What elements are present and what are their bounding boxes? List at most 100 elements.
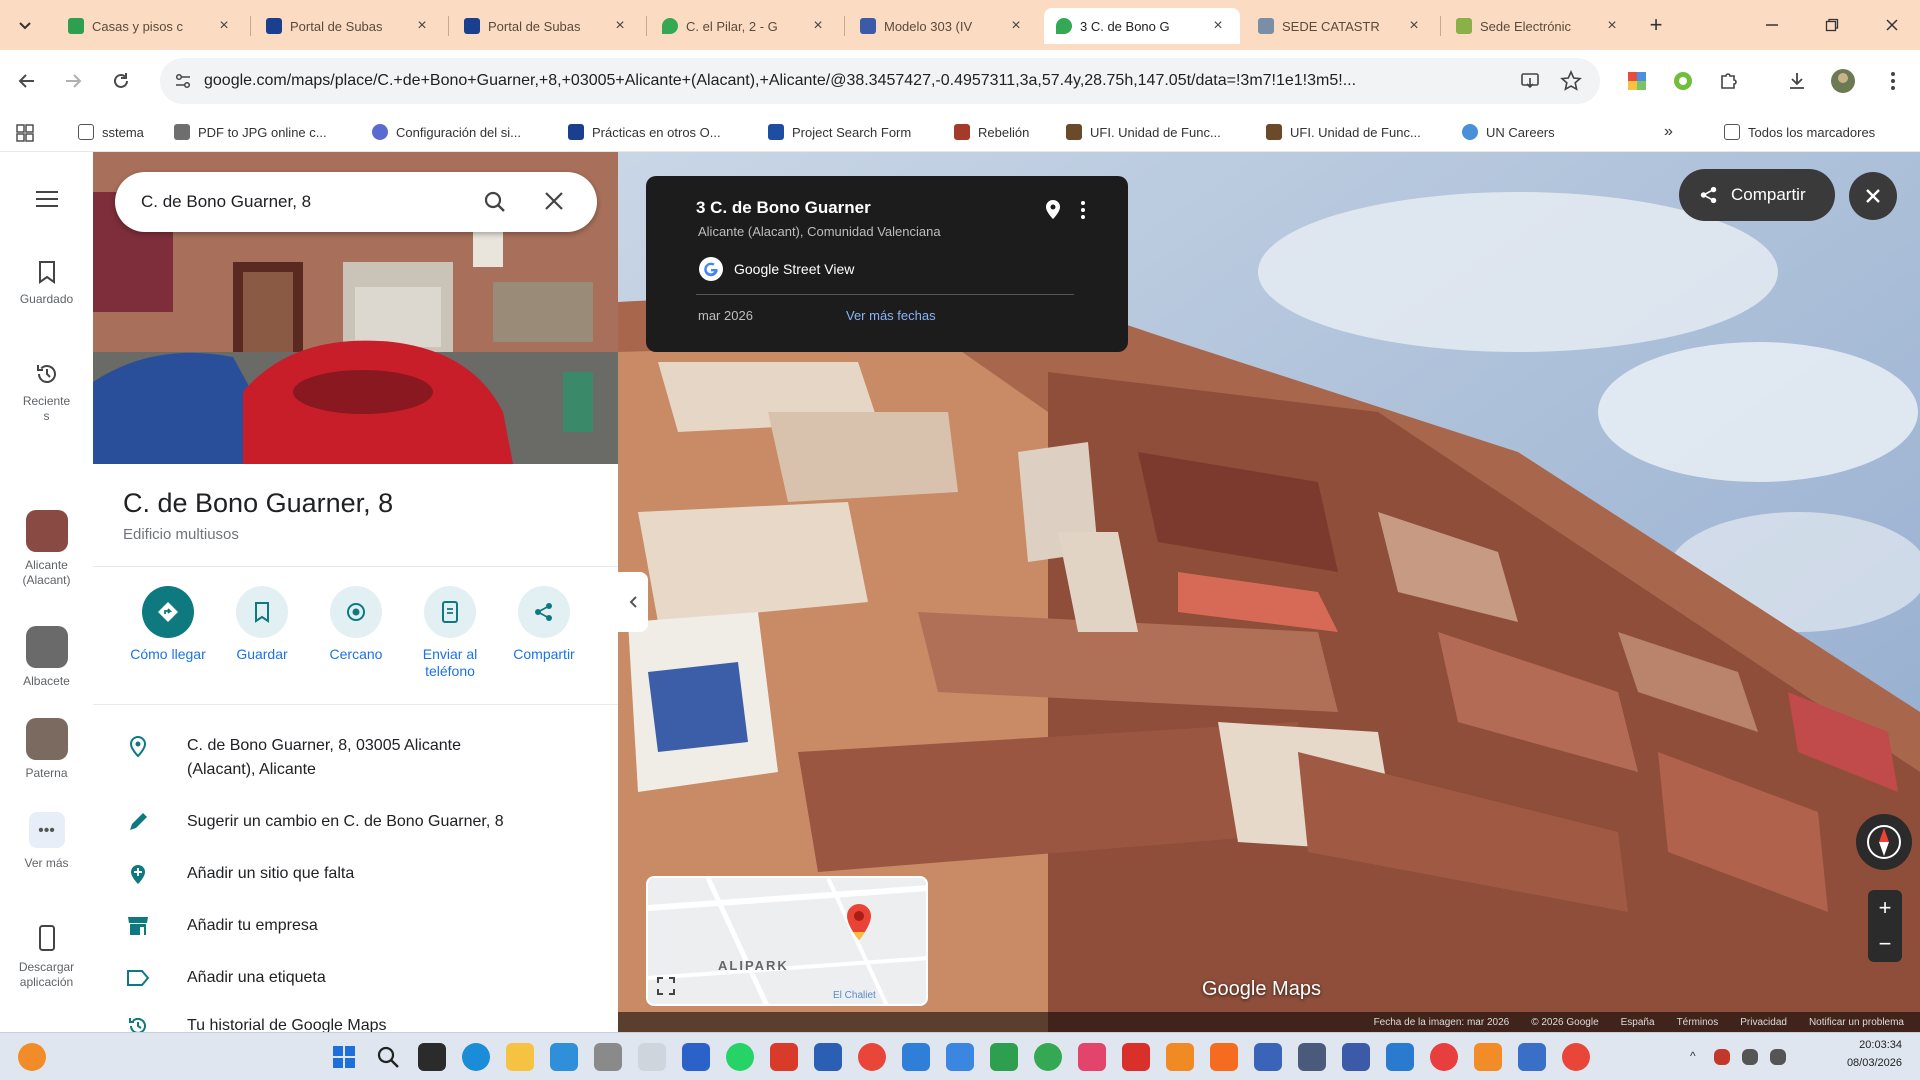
mini-map[interactable]: ALIPARK El Chaliet	[646, 876, 928, 1006]
edge-browser-icon[interactable]	[462, 1043, 490, 1071]
app-icon[interactable]	[814, 1043, 842, 1071]
suggest-edit-row[interactable]: Sugerir un cambio en C. de Bono Guarner,…	[123, 810, 603, 834]
close-icon[interactable]: ×	[1006, 17, 1026, 35]
bookmark-item[interactable]: Configuración del si...	[372, 122, 521, 142]
app-icon[interactable]	[594, 1043, 622, 1071]
zoom-in-button[interactable]: +	[1879, 895, 1892, 921]
clock-date[interactable]: 08/03/2026	[1822, 1057, 1902, 1069]
address-bar[interactable]: google.com/maps/place/C.+de+Bono+Guarner…	[160, 58, 1600, 104]
browser-tab[interactable]: Sede Electrónic ×	[1444, 8, 1634, 44]
bookmark-item[interactable]: UFI. Unidad de Func...	[1066, 122, 1221, 142]
file-explorer-icon[interactable]	[506, 1043, 534, 1071]
back-button[interactable]	[10, 64, 44, 98]
recent-button[interactable]: Reciente s	[0, 362, 93, 424]
share-button[interactable]: Compartir	[499, 586, 589, 663]
zoom-out-button[interactable]: −	[1879, 931, 1892, 957]
task-view-icon[interactable]	[418, 1043, 446, 1071]
app-icon[interactable]	[946, 1043, 974, 1071]
close-window-button[interactable]	[1872, 8, 1912, 42]
add-label-row[interactable]: Añadir una etiqueta	[123, 966, 603, 990]
app-icon[interactable]	[638, 1043, 666, 1071]
browser-tab[interactable]: Portal de Subas ×	[254, 8, 444, 44]
browser-menu-button[interactable]	[1876, 64, 1910, 98]
reload-button[interactable]	[104, 64, 138, 98]
compass-button[interactable]	[1856, 814, 1912, 870]
browser-tab[interactable]: SEDE CATASTR ×	[1246, 8, 1436, 44]
app-icon[interactable]	[1298, 1043, 1326, 1071]
more-button[interactable]: ••• Ver más	[0, 812, 93, 871]
restore-button[interactable]	[1812, 8, 1852, 42]
bookmark-item[interactable]: PDF to JPG online c...	[174, 122, 327, 142]
network-icon[interactable]	[1742, 1049, 1758, 1065]
app-icon[interactable]	[1210, 1043, 1238, 1071]
menu-button[interactable]	[0, 190, 93, 208]
bookmark-item[interactable]: sstema	[78, 122, 144, 142]
recent-place-item[interactable]: Paterna	[0, 718, 93, 781]
extensions-button[interactable]	[1712, 64, 1746, 98]
terms-link[interactable]: Términos	[1677, 1017, 1719, 1028]
close-icon[interactable]: ×	[1602, 17, 1622, 35]
extension-button[interactable]	[1666, 64, 1700, 98]
browser-tab[interactable]: Modelo 303 (IV ×	[848, 8, 1038, 44]
bookmark-item[interactable]: Project Search Form	[768, 122, 911, 142]
bookmark-item[interactable]: UFI. Unidad de Func...	[1266, 122, 1421, 142]
widgets-icon[interactable]	[18, 1043, 46, 1071]
country-link[interactable]: España	[1621, 1017, 1655, 1028]
close-icon[interactable]: ×	[808, 17, 828, 35]
share-street-view-button[interactable]: Compartir	[1679, 169, 1835, 221]
powerpoint-icon[interactable]	[770, 1043, 798, 1071]
app-icon[interactable]	[1342, 1043, 1370, 1071]
app-icon[interactable]	[1430, 1043, 1458, 1071]
app-icon[interactable]	[902, 1043, 930, 1071]
app-icon[interactable]	[1254, 1043, 1282, 1071]
app-icon[interactable]	[1474, 1043, 1502, 1071]
downloads-button[interactable]	[1780, 64, 1814, 98]
expand-map-icon[interactable]	[656, 976, 676, 996]
app-icon[interactable]	[682, 1043, 710, 1071]
minimize-button[interactable]	[1752, 8, 1792, 42]
search-icon[interactable]	[483, 190, 507, 214]
more-dates-link[interactable]: Ver más fechas	[846, 308, 936, 323]
nearby-button[interactable]: Cercano	[311, 586, 401, 663]
browser-tab[interactable]: C. el Pilar, 2 - G ×	[650, 8, 840, 44]
install-app-icon[interactable]	[1520, 71, 1540, 91]
place-category[interactable]: Edificio multiusos	[123, 526, 239, 543]
tab-search-button[interactable]	[8, 8, 42, 42]
site-settings-icon[interactable]	[174, 72, 192, 90]
close-street-view-button[interactable]	[1849, 172, 1897, 220]
all-bookmarks-button[interactable]: Todos los marcadores	[1724, 122, 1875, 142]
saved-button[interactable]: Guardado	[0, 260, 93, 307]
download-app-button[interactable]: Descargar aplicación	[0, 924, 93, 990]
bookmarks-overflow-button[interactable]: »	[1664, 122, 1673, 142]
card-menu-button[interactable]	[1080, 200, 1086, 220]
apps-grid-icon[interactable]	[16, 124, 34, 142]
street-view-canvas[interactable]: 3 C. de Bono Guarner Alicante (Alacant),…	[618, 152, 1920, 1032]
browser-tab[interactable]: Casas y pisos c ×	[56, 8, 246, 44]
maps-history-row[interactable]: Tu historial de Google Maps	[123, 1014, 603, 1032]
bookmark-star-icon[interactable]	[1560, 70, 1582, 92]
close-icon[interactable]: ×	[1404, 17, 1424, 35]
chrome-icon[interactable]	[858, 1043, 886, 1071]
store-icon[interactable]	[550, 1043, 578, 1071]
whatsapp-icon[interactable]	[726, 1043, 754, 1071]
clear-search-icon[interactable]	[543, 190, 565, 212]
directions-button[interactable]: Cómo llegar	[123, 586, 213, 663]
chrome-icon[interactable]	[1562, 1043, 1590, 1071]
app-icon[interactable]	[990, 1043, 1018, 1071]
report-problem-link[interactable]: Notificar un problema	[1809, 1017, 1904, 1028]
collapse-panel-button[interactable]	[618, 572, 648, 632]
acrobat-icon[interactable]	[1122, 1043, 1150, 1071]
browser-tab[interactable]: Portal de Subas ×	[452, 8, 642, 44]
close-icon[interactable]: ×	[1208, 17, 1228, 35]
app-icon[interactable]	[1386, 1043, 1414, 1071]
send-to-phone-button[interactable]: Enviar al teléfono	[405, 586, 495, 680]
browser-tab-active[interactable]: 3 C. de Bono G ×	[1044, 8, 1240, 44]
add-place-row[interactable]: Añadir un sitio que falta	[123, 862, 603, 886]
address-row[interactable]: C. de Bono Guarner, 8, 03005 Alicante (A…	[123, 734, 603, 782]
close-icon[interactable]: ×	[610, 17, 630, 35]
taskbar-search-icon[interactable]	[374, 1043, 402, 1071]
app-icon[interactable]	[1518, 1043, 1546, 1071]
bookmark-item[interactable]: Prácticas en otros O...	[568, 122, 721, 142]
clock-time[interactable]: 20:03:34	[1822, 1039, 1902, 1051]
bookmark-item[interactable]: UN Careers	[1462, 122, 1555, 142]
